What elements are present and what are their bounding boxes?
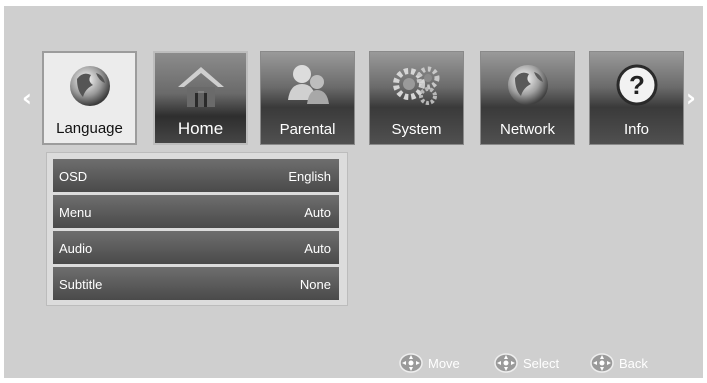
hint-back: Back — [589, 352, 648, 374]
menu-screen: ‹ › Language Home Parental System Networ… — [4, 6, 703, 378]
svg-text:?: ? — [629, 70, 645, 100]
dpad-icon — [399, 353, 423, 373]
scroll-left-arrow-icon[interactable]: ‹ — [22, 84, 32, 112]
question-icon: ? — [616, 64, 657, 106]
setting-name: Audio — [59, 241, 93, 256]
tab-parental[interactable]: Parental — [260, 51, 355, 145]
globe-icon — [507, 65, 548, 105]
setting-name: Menu — [59, 205, 92, 220]
hint-label: Select — [523, 355, 560, 371]
globe-icon — [69, 66, 110, 106]
scroll-right-arrow-icon[interactable]: › — [686, 84, 696, 112]
setting-value: Auto — [304, 205, 331, 220]
hint-select: Select — [493, 352, 559, 374]
setting-value: Auto — [304, 241, 331, 256]
tab-label: Home — [177, 119, 224, 138]
setting-row-menu[interactable]: Menu Auto — [53, 195, 339, 228]
tab-label: Language — [56, 120, 123, 137]
tab-network[interactable]: Network — [480, 51, 575, 145]
hint-label: Back — [619, 355, 648, 371]
setting-row-subtitle[interactable]: Subtitle None — [53, 267, 339, 300]
setting-row-audio[interactable]: Audio Auto — [53, 231, 339, 264]
setting-row-osd[interactable]: OSD English — [53, 159, 339, 192]
hint-label: Move — [428, 355, 460, 371]
people-icon — [287, 65, 329, 104]
tab-label: Info — [623, 121, 650, 138]
setting-value: English — [288, 169, 331, 184]
tab-home[interactable]: Home — [153, 51, 248, 145]
tab-label: System — [391, 121, 442, 138]
tab-language[interactable]: Language — [42, 51, 137, 145]
setting-name: OSD — [59, 169, 88, 184]
tab-label: Network — [499, 121, 555, 138]
setting-name: Subtitle — [59, 277, 103, 292]
gears-icon — [392, 66, 439, 105]
hint-move: Move — [398, 352, 460, 374]
dpad-icon — [590, 353, 614, 373]
tab-system[interactable]: System — [369, 51, 464, 145]
tab-info[interactable]: ? Info — [589, 51, 684, 145]
tab-label: Parental — [279, 121, 336, 138]
dpad-icon — [494, 353, 518, 373]
house-icon — [177, 67, 224, 107]
language-settings-panel: OSD English Menu Auto Audio Auto Subtitl… — [46, 152, 348, 306]
setting-value: None — [299, 277, 331, 292]
